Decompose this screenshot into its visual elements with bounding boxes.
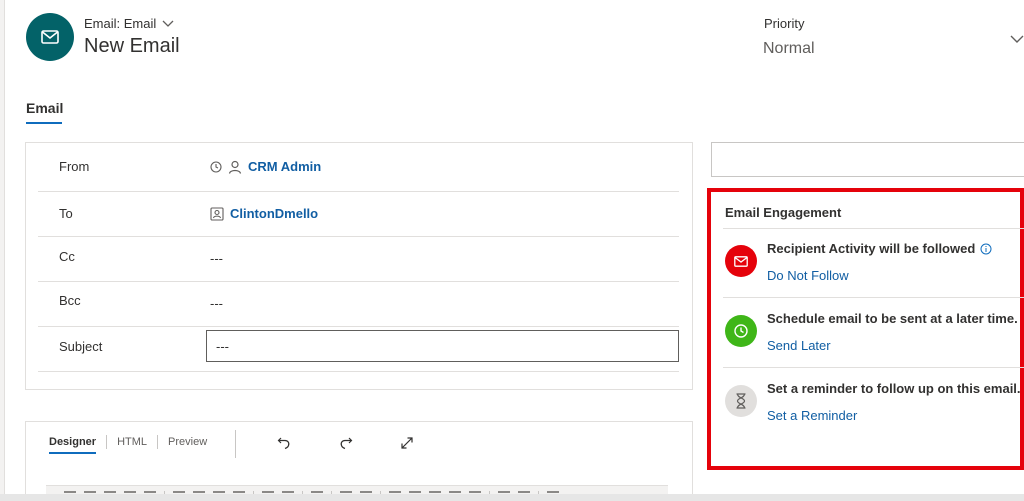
clock-icon: [725, 315, 757, 347]
engagement-item-schedule: Schedule email to be sent at a later tim…: [725, 311, 1021, 371]
clock-icon: [210, 160, 222, 173]
engagement-item-follow: Recipient Activity will be followed Do N…: [725, 241, 1021, 301]
engagement-follow-text: Recipient Activity will be followed: [767, 241, 992, 256]
redo-icon: [340, 437, 353, 450]
do-not-follow-link[interactable]: Do Not Follow: [767, 268, 849, 283]
regarding-input[interactable]: [711, 142, 1024, 177]
email-entity-avatar: [26, 13, 74, 61]
form-row-to: To ClintonDmello: [38, 192, 679, 237]
record-title: New Email: [84, 35, 180, 57]
chevron-down-icon: [162, 20, 174, 27]
expand-button[interactable]: [398, 434, 416, 452]
engagement-reminder-text: Set a reminder to follow up on this emai…: [767, 381, 1021, 396]
from-lookup-link[interactable]: CRM Admin: [248, 159, 321, 174]
undo-icon: [277, 437, 290, 450]
cc-label: Cc: [59, 249, 75, 264]
email-form-card: From CRM Admin To ClintonDmello Cc --- B…: [25, 142, 693, 390]
form-row-cc: Cc ---: [38, 237, 679, 282]
bcc-label: Bcc: [59, 293, 81, 308]
user-icon: [228, 160, 242, 174]
bcc-value[interactable]: ---: [210, 296, 223, 311]
from-value[interactable]: CRM Admin: [210, 159, 321, 174]
divider: [235, 430, 236, 458]
tab-active-indicator: [26, 122, 62, 124]
to-label: To: [59, 206, 73, 221]
engagement-schedule-text: Schedule email to be sent at a later tim…: [767, 311, 1018, 326]
divider: [723, 297, 1024, 298]
divider: [723, 228, 1024, 229]
chevron-down-icon[interactable]: [1010, 34, 1024, 44]
envelope-icon: [725, 245, 757, 277]
subject-label: Subject: [59, 339, 103, 354]
tab-designer[interactable]: Designer: [49, 435, 108, 454]
hourglass-icon: [725, 385, 757, 417]
info-icon[interactable]: [980, 243, 992, 255]
email-engagement-panel: Email Engagement Recipient Activity will…: [707, 188, 1024, 470]
email-engagement-title: Email Engagement: [725, 205, 842, 220]
redo-button[interactable]: [337, 434, 355, 452]
form-row-from: From CRM Admin: [38, 143, 679, 192]
send-later-link[interactable]: Send Later: [767, 338, 831, 353]
tab-preview[interactable]: Preview: [158, 435, 217, 449]
divider: [723, 367, 1024, 368]
contact-card-icon: [210, 206, 224, 221]
entity-type-label: Email: Email: [84, 16, 157, 31]
form-row-bcc: Bcc ---: [38, 282, 679, 327]
subject-input[interactable]: [206, 330, 679, 362]
cc-value[interactable]: ---: [210, 251, 223, 266]
expand-icon: [401, 437, 413, 449]
priority-select[interactable]: Normal: [763, 40, 815, 58]
undo-button[interactable]: [275, 434, 293, 452]
to-lookup-link[interactable]: ClintonDmello: [230, 206, 318, 221]
entity-type-selector[interactable]: Email: Email: [84, 16, 174, 31]
envelope-icon: [41, 30, 59, 44]
left-scroll-strip: [0, 0, 5, 501]
engagement-item-reminder: Set a reminder to follow up on this emai…: [725, 381, 1021, 441]
editor-mode-tabs: Designer HTML Preview: [49, 435, 217, 454]
to-value[interactable]: ClintonDmello: [210, 206, 318, 221]
tab-html[interactable]: HTML: [107, 435, 159, 449]
priority-label: Priority: [764, 16, 805, 31]
from-label: From: [59, 159, 90, 174]
set-reminder-link[interactable]: Set a Reminder: [767, 408, 857, 423]
horizontal-scrollbar[interactable]: [0, 494, 1024, 501]
tab-email[interactable]: Email: [26, 100, 63, 116]
